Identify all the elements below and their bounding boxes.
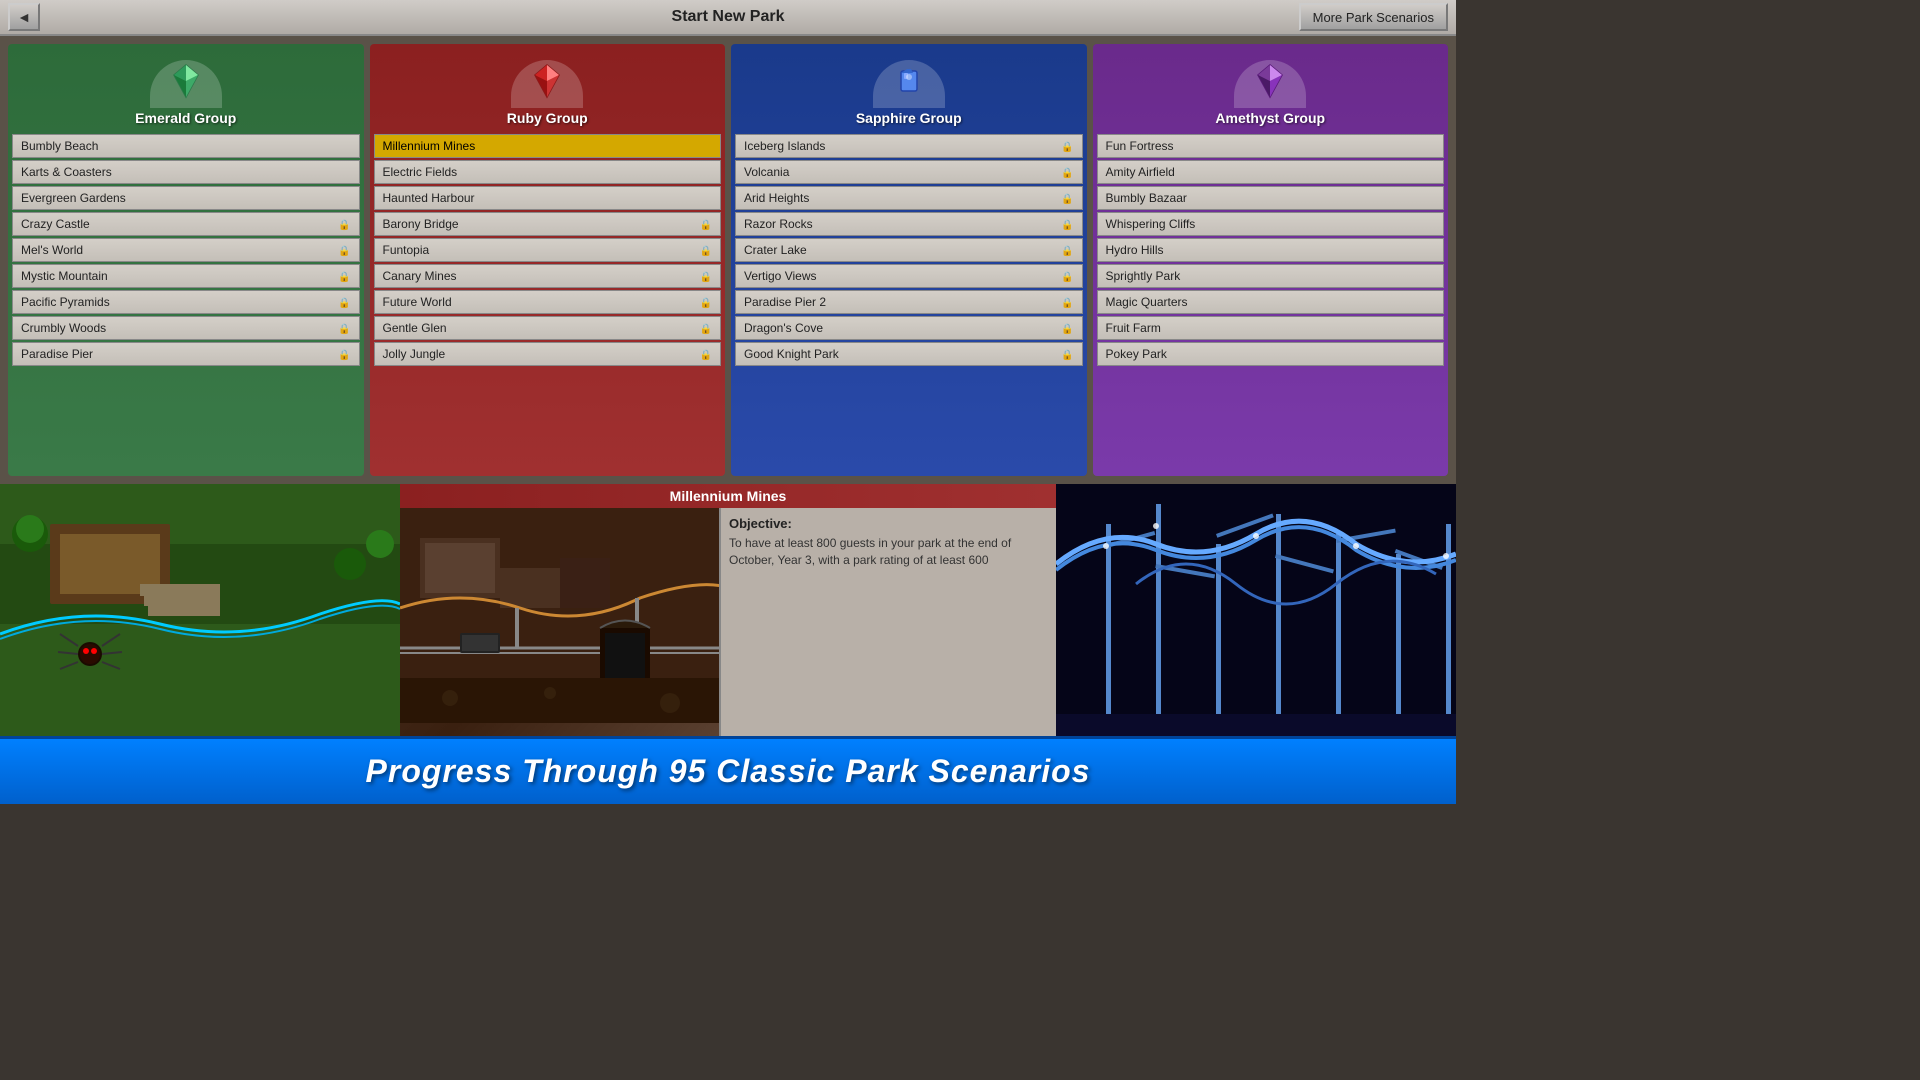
list-item[interactable]: Electric Fields bbox=[374, 160, 722, 184]
sapphire-arch bbox=[869, 52, 949, 108]
left-game-preview bbox=[0, 484, 400, 736]
lock-icon bbox=[1061, 347, 1073, 361]
list-item[interactable]: Millennium Mines bbox=[374, 134, 722, 158]
objective-panel: Objective: To have at least 800 guests i… bbox=[719, 508, 1056, 736]
list-item[interactable]: Magic Quarters bbox=[1097, 290, 1445, 314]
amethyst-group-header: Amethyst Group bbox=[1093, 44, 1449, 130]
ruby-gem-icon bbox=[529, 63, 565, 104]
list-item[interactable]: Mystic Mountain bbox=[12, 264, 360, 288]
preview-title: Millennium Mines bbox=[400, 484, 1056, 508]
bottom-banner: Progress Through 95 Classic Park Scenari… bbox=[0, 736, 1456, 804]
list-item[interactable]: Volcania bbox=[735, 160, 1083, 184]
center-preview: Millennium Mines bbox=[400, 484, 1056, 736]
lock-icon bbox=[338, 347, 350, 361]
objective-label: Objective: bbox=[729, 516, 1048, 531]
emerald-scenario-list: Bumbly Beach Karts & Coasters Evergreen … bbox=[8, 130, 364, 476]
sapphire-group-name: Sapphire Group bbox=[856, 110, 962, 126]
lock-icon bbox=[1061, 321, 1073, 335]
lock-icon bbox=[700, 347, 712, 361]
lock-icon bbox=[700, 269, 712, 283]
main-content: Emerald Group Bumbly Beach Karts & Coast… bbox=[0, 36, 1456, 484]
list-item[interactable]: Whispering Cliffs bbox=[1097, 212, 1445, 236]
lock-icon bbox=[338, 217, 350, 231]
amethyst-scenario-list: Fun Fortress Amity Airfield Bumbly Bazaa… bbox=[1093, 130, 1449, 476]
lock-icon bbox=[1061, 243, 1073, 257]
sapphire-group-panel: Sapphire Group Iceberg Islands Volcania … bbox=[731, 44, 1087, 476]
ruby-arch bbox=[507, 52, 587, 108]
list-item[interactable]: Future World bbox=[374, 290, 722, 314]
list-item[interactable]: Haunted Harbour bbox=[374, 186, 722, 210]
lock-icon bbox=[1061, 191, 1073, 205]
amethyst-arch bbox=[1230, 52, 1310, 108]
list-item[interactable]: Bumbly Bazaar bbox=[1097, 186, 1445, 210]
list-item[interactable]: Fruit Farm bbox=[1097, 316, 1445, 340]
ruby-scenario-list: Millennium Mines Electric Fields Haunted… bbox=[370, 130, 726, 476]
list-item[interactable]: Paradise Pier 2 bbox=[735, 290, 1083, 314]
list-item[interactable]: Crazy Castle bbox=[12, 212, 360, 236]
list-item[interactable]: Crumbly Woods bbox=[12, 316, 360, 340]
ruby-group-panel: Ruby Group Millennium Mines Electric Fie… bbox=[370, 44, 726, 476]
lock-icon bbox=[700, 321, 712, 335]
emerald-gem-icon bbox=[168, 63, 204, 104]
list-item[interactable]: Pacific Pyramids bbox=[12, 290, 360, 314]
ruby-group-header: Ruby Group bbox=[370, 44, 726, 130]
list-item[interactable]: Bumbly Beach bbox=[12, 134, 360, 158]
ruby-group-name: Ruby Group bbox=[507, 110, 588, 126]
list-item[interactable]: Evergreen Gardens bbox=[12, 186, 360, 210]
back-icon: ◄ bbox=[17, 9, 31, 25]
list-item[interactable]: Fun Fortress bbox=[1097, 134, 1445, 158]
list-item[interactable]: Good Knight Park bbox=[735, 342, 1083, 366]
lock-icon bbox=[338, 269, 350, 283]
list-item[interactable]: Razor Rocks bbox=[735, 212, 1083, 236]
sapphire-group-header: Sapphire Group bbox=[731, 44, 1087, 130]
objective-text: To have at least 800 guests in your park… bbox=[729, 535, 1048, 569]
list-item[interactable]: Vertigo Views bbox=[735, 264, 1083, 288]
list-item[interactable]: Sprightly Park bbox=[1097, 264, 1445, 288]
page-title: Start New Park bbox=[672, 8, 785, 26]
list-item[interactable]: Barony Bridge bbox=[374, 212, 722, 236]
emerald-arch bbox=[146, 52, 226, 108]
list-item[interactable]: Pokey Park bbox=[1097, 342, 1445, 366]
lock-icon bbox=[338, 295, 350, 309]
list-item[interactable]: Arid Heights bbox=[735, 186, 1083, 210]
more-scenarios-button[interactable]: More Park Scenarios bbox=[1299, 3, 1448, 31]
lock-icon bbox=[338, 243, 350, 257]
right-game-preview bbox=[1056, 484, 1456, 736]
list-item[interactable]: Crater Lake bbox=[735, 238, 1083, 262]
top-bar: ◄ Start New Park More Park Scenarios bbox=[0, 0, 1456, 36]
emerald-group-panel: Emerald Group Bumbly Beach Karts & Coast… bbox=[8, 44, 364, 476]
lock-icon bbox=[1061, 165, 1073, 179]
list-item[interactable]: Paradise Pier bbox=[12, 342, 360, 366]
back-button[interactable]: ◄ bbox=[8, 3, 40, 31]
list-item[interactable]: Iceberg Islands bbox=[735, 134, 1083, 158]
lock-icon bbox=[338, 321, 350, 335]
lock-icon bbox=[700, 217, 712, 231]
list-item[interactable]: Hydro Hills bbox=[1097, 238, 1445, 262]
list-item[interactable]: Mel's World bbox=[12, 238, 360, 262]
banner-text: Progress Through 95 Classic Park Scenari… bbox=[366, 753, 1091, 790]
list-item[interactable]: Canary Mines bbox=[374, 264, 722, 288]
lock-icon bbox=[700, 295, 712, 309]
emerald-group-header: Emerald Group bbox=[8, 44, 364, 130]
amethyst-gem-icon bbox=[1252, 63, 1288, 104]
lock-icon bbox=[1061, 139, 1073, 153]
more-scenarios-label: More Park Scenarios bbox=[1313, 10, 1434, 25]
list-item[interactable]: Karts & Coasters bbox=[12, 160, 360, 184]
amethyst-group-name: Amethyst Group bbox=[1215, 110, 1325, 126]
list-item[interactable]: Funtopia bbox=[374, 238, 722, 262]
lock-icon bbox=[700, 243, 712, 257]
lock-icon bbox=[1061, 217, 1073, 231]
lock-icon bbox=[1061, 295, 1073, 309]
sapphire-gem-icon bbox=[891, 63, 927, 104]
sapphire-scenario-list: Iceberg Islands Volcania Arid Heights Ra… bbox=[731, 130, 1087, 476]
emerald-group-name: Emerald Group bbox=[135, 110, 236, 126]
list-item[interactable]: Dragon's Cove bbox=[735, 316, 1083, 340]
list-item[interactable]: Gentle Glen bbox=[374, 316, 722, 340]
amethyst-group-panel: Amethyst Group Fun Fortress Amity Airfie… bbox=[1093, 44, 1449, 476]
bottom-preview: Millennium Mines bbox=[0, 484, 1456, 736]
list-item[interactable]: Amity Airfield bbox=[1097, 160, 1445, 184]
lock-icon bbox=[1061, 269, 1073, 283]
list-item[interactable]: Jolly Jungle bbox=[374, 342, 722, 366]
scenario-preview-image bbox=[400, 508, 719, 736]
